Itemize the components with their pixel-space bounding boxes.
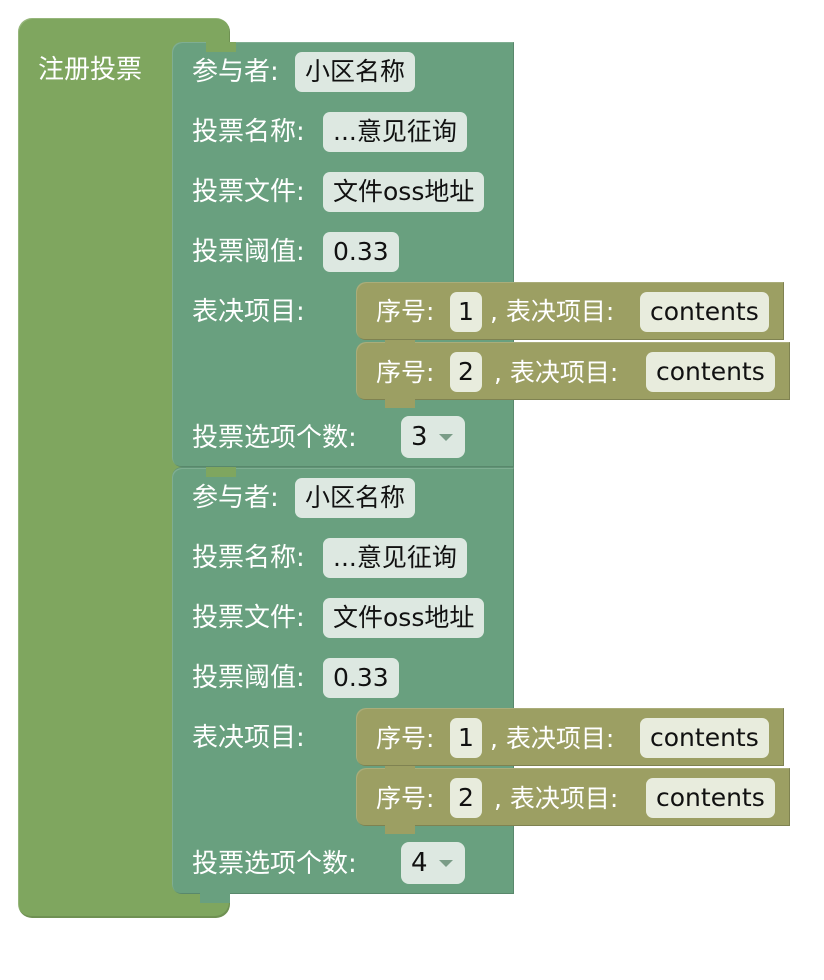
option-count-label: 投票选项个数: <box>192 849 357 879</box>
threshold-field[interactable]: 0.33 <box>323 232 399 272</box>
item-content-label: , 表决项目: <box>490 297 615 326</box>
threshold-label: 投票阈值: <box>192 663 305 693</box>
vote-file-label: 投票文件: <box>192 603 305 633</box>
item-content-field[interactable]: contents <box>646 778 775 818</box>
item-seq-field[interactable]: 2 <box>450 352 482 392</box>
item-connector <box>385 340 415 350</box>
dropdown-arrow-icon <box>439 860 453 867</box>
item-bottom-notch <box>385 398 415 408</box>
register-vote-title: 注册投票 <box>38 55 143 85</box>
vote-file-field[interactable]: 文件oss地址 <box>323 598 485 638</box>
item-content-label: , 表决项目: <box>494 784 619 813</box>
option-count-label: 投票选项个数: <box>192 423 357 453</box>
participant-field[interactable]: 小区名称 <box>295 478 416 518</box>
vote-file-field[interactable]: 文件oss地址 <box>323 172 485 212</box>
option-count-value: 4 <box>411 848 428 878</box>
items-label: 表决项目: <box>192 723 305 753</box>
threshold-label: 投票阈值: <box>192 237 305 267</box>
option-count-value: 3 <box>411 422 428 452</box>
item-seq-field[interactable]: 2 <box>450 778 482 818</box>
option-count-dropdown[interactable]: 4 <box>401 842 465 884</box>
item-content-field[interactable]: contents <box>640 292 769 332</box>
vote-file-label: 投票文件: <box>192 177 305 207</box>
block-2-bottom-notch <box>200 893 230 903</box>
vote-name-field[interactable]: ...意见征询 <box>323 112 467 152</box>
item-content-label: , 表决项目: <box>490 724 615 753</box>
vote-name-field[interactable]: ...意见征询 <box>323 538 467 578</box>
item-bottom-notch <box>385 824 415 834</box>
item-seq-label: 序号: <box>376 784 435 813</box>
participant-label: 参与者: <box>192 57 279 87</box>
threshold-field[interactable]: 0.33 <box>323 658 399 698</box>
items-label: 表决项目: <box>192 297 305 327</box>
item-content-label: , 表决项目: <box>494 358 619 387</box>
item-seq-field[interactable]: 1 <box>450 718 482 758</box>
item-content-field[interactable]: contents <box>646 352 775 392</box>
vote-name-label: 投票名称: <box>192 543 305 573</box>
block-1-top-notch <box>206 42 236 52</box>
block-2-top-notch <box>206 467 236 477</box>
option-count-dropdown[interactable]: 3 <box>401 416 465 458</box>
dropdown-arrow-icon <box>439 434 453 441</box>
participant-field[interactable]: 小区名称 <box>295 52 416 92</box>
participant-label: 参与者: <box>192 483 279 513</box>
item-seq-field[interactable]: 1 <box>450 292 482 332</box>
item-seq-label: 序号: <box>376 358 435 387</box>
item-connector <box>385 766 415 776</box>
vote-name-label: 投票名称: <box>192 117 305 147</box>
item-seq-label: 序号: <box>376 724 435 753</box>
item-seq-label: 序号: <box>376 297 435 326</box>
item-content-field[interactable]: contents <box>640 718 769 758</box>
